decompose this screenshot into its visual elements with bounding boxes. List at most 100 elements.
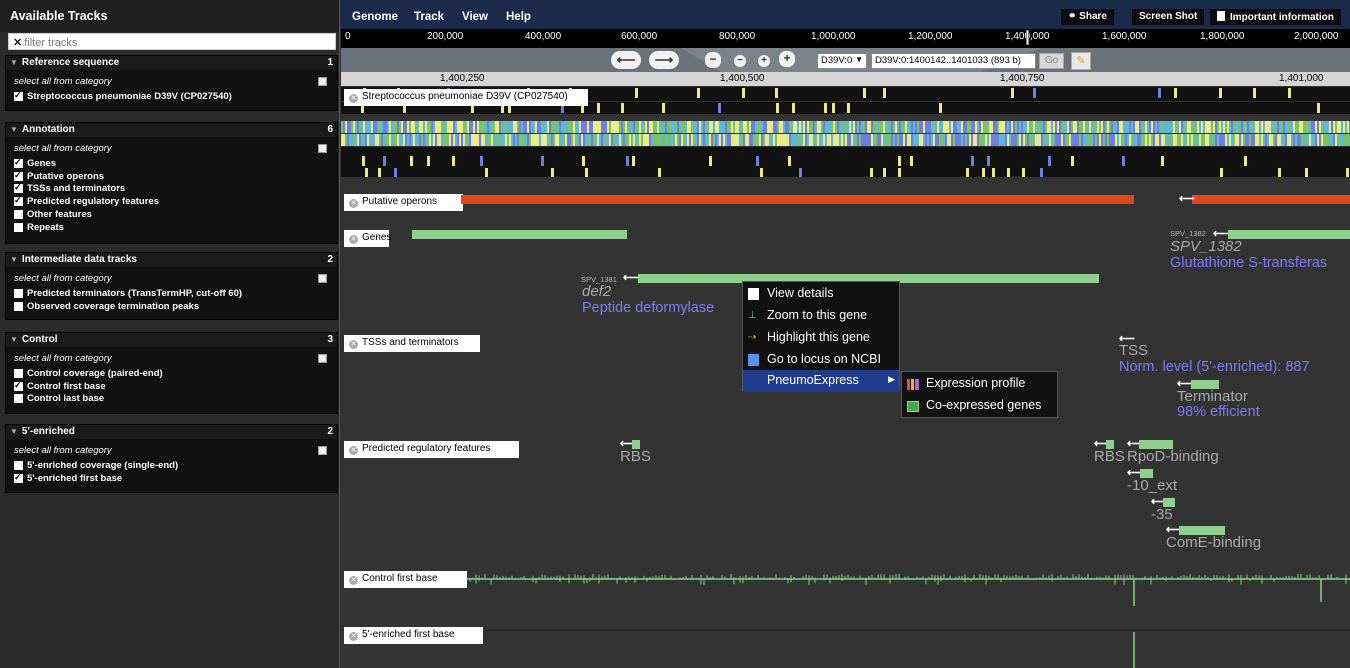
category-header[interactable]: ▼ Intermediate data tracks 2 [6,253,337,267]
zoom-out-more-icon[interactable]: − [705,52,721,68]
track-label-enriched-first[interactable]: ✕ 5'-enriched first base [344,627,483,644]
track-checkbox[interactable] [14,195,23,207]
clear-filter-icon[interactable]: ✕ [13,37,22,49]
category-header[interactable]: ▼ 5'-enriched 2 [6,425,337,439]
base-mark [429,134,431,146]
gene-bar-spv1382[interactable] [1228,230,1350,239]
menu-help[interactable]: Help [506,11,531,23]
base-mark [1253,121,1255,133]
category-header[interactable]: ▼ Reference sequence 1 [6,56,337,70]
track-checkbox[interactable] [14,380,23,391]
track-item[interactable]: Putative operons [14,170,327,183]
track-item[interactable]: Control first base [14,380,327,393]
track-checkbox[interactable] [14,210,23,220]
track-checkbox[interactable] [14,182,23,194]
menu-view[interactable]: View [462,11,488,23]
menu-track[interactable]: Track [414,11,444,23]
menu-item-pneumoexpress[interactable]: PneumoExpress ▶ [743,370,899,392]
collapse-triangle-icon[interactable]: ▼ [10,427,18,436]
gene-bar[interactable] [412,230,627,239]
track-item[interactable]: Predicted regulatory features [14,195,327,208]
base-mark [539,134,541,146]
base-mark [879,121,881,133]
base-mark [639,121,641,133]
track-label-tss[interactable]: ✕ TSSs and terminators [344,335,480,352]
operon-bar[interactable] [461,195,1134,204]
track-checkbox[interactable] [14,90,23,101]
close-track-icon[interactable]: ✕ [349,340,358,349]
menu-genome[interactable]: Genome [352,11,398,23]
menu-item-zoom-gene[interactable]: ⊥ Zoom to this gene [743,305,899,327]
operon-bar[interactable] [1192,195,1350,204]
track-checkbox[interactable] [14,288,23,298]
highlight-icon[interactable]: ✎ [1071,52,1091,70]
track-checkbox[interactable] [14,301,23,311]
collapse-triangle-icon[interactable]: ▼ [10,125,18,134]
track-label-genes[interactable]: ✕ Genes [344,230,391,247]
location-input[interactable]: D39V:0:1400142..1401033 (893 b) [871,53,1036,69]
track-item[interactable]: Control last base [14,393,327,406]
collapse-triangle-icon[interactable]: ▼ [10,335,18,344]
select-all-checkbox[interactable] [318,446,327,455]
select-all-checkbox[interactable] [318,354,327,363]
track-item[interactable]: 5'-enriched first base [14,472,327,485]
menu-item-ncbi[interactable]: Go to locus on NCBI [743,349,899,371]
select-all-checkbox[interactable] [318,144,327,153]
base-mark [807,134,809,146]
track-item[interactable]: Other features [14,208,327,221]
collapse-triangle-icon[interactable]: ▼ [10,255,18,264]
select-all-checkbox[interactable] [318,274,327,283]
track-checkbox[interactable] [14,157,23,168]
track-checkbox[interactable] [14,460,23,470]
track-checkbox[interactable] [14,394,23,404]
track-checkbox[interactable] [14,368,23,378]
pan-right-icon[interactable]: ⟶ [649,51,679,69]
track-item[interactable]: Genes [14,157,327,170]
reference-sequence-select[interactable]: D39V:0 ▼ [817,53,867,69]
track-item[interactable]: 5'-enriched coverage (single-end) [14,459,327,472]
base-mark [889,121,891,133]
track-checkbox[interactable] [14,472,23,483]
close-track-icon[interactable]: ✕ [349,632,358,641]
select-all-checkbox[interactable] [318,77,327,86]
track-checkbox[interactable] [14,170,23,181]
base-mark [1099,121,1101,133]
track-item[interactable]: Observed coverage termination peaks [14,300,327,313]
menu-item-highlight-gene[interactable]: ⇢ Highlight this gene [743,327,899,349]
share-button[interactable]: ⚭ Share [1061,9,1114,25]
close-track-icon[interactable]: ✕ [349,235,358,244]
pan-left-icon[interactable]: ⟵ [611,51,641,69]
track-label-control-first[interactable]: ✕ Control first base [344,571,467,588]
close-track-icon[interactable]: ✕ [349,199,358,208]
track-item[interactable]: Repeats [14,221,327,234]
track-checkbox[interactable] [14,222,23,232]
base-mark [723,134,725,146]
important-info-button[interactable]: Important information [1210,9,1341,25]
close-track-icon[interactable]: ✕ [349,446,358,455]
menu-item-coexpressed[interactable]: Co-expressed genes [902,395,1057,417]
category-header[interactable]: ▼ Control 3 [6,333,337,347]
track-item[interactable]: Streptococcus pneumoniae D39V (CP027540) [14,90,327,103]
menu-item-view-details[interactable]: View details [743,283,899,305]
track-item[interactable]: Predicted terminators (TransTermHP, cut-… [14,287,327,300]
overview-location-marker[interactable] [1026,30,1029,45]
collapse-triangle-icon[interactable]: ▼ [10,58,18,67]
track-label-operons[interactable]: ✕ Putative operons [344,194,463,211]
close-track-icon[interactable]: ✕ [349,94,358,103]
filter-tracks-input[interactable]: ✕ filter tracks [8,33,336,50]
zoom-out-icon[interactable]: − [734,55,746,67]
genome-overview-bar[interactable]: 0 200,000 400,000 600,000 800,000 1,000,… [341,29,1350,49]
screenshot-button[interactable]: Screen Shot [1132,9,1205,25]
track-item[interactable]: Control coverage (paired-end) [14,367,327,380]
track-label-regulatory[interactable]: ✕ Predicted regulatory features [344,441,519,458]
base-mark [369,134,371,146]
go-button[interactable]: Go [1039,53,1064,69]
zoom-in-more-icon[interactable]: + [779,51,795,67]
track-label-refseq[interactable]: ✕ Streptococcus pneumoniae D39V (CP027540… [344,89,588,106]
codon-mark [792,103,795,113]
zoom-in-icon[interactable]: + [758,55,770,67]
category-header[interactable]: ▼ Annotation 6 [6,123,337,137]
menu-item-expression-profile[interactable]: Expression profile [902,373,1057,395]
close-track-icon[interactable]: ✕ [349,576,358,585]
track-item[interactable]: TSSs and terminators [14,182,327,196]
